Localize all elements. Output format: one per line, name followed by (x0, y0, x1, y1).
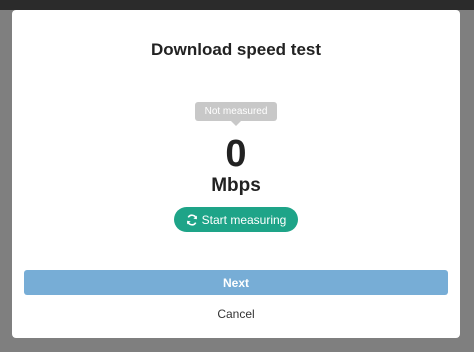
dialog-title: Download speed test (150, 40, 322, 59)
cancel-button[interactable]: Cancel (12, 307, 460, 321)
speed-unit: Mbps (211, 175, 261, 196)
cancel-label: Cancel (217, 307, 255, 321)
start-measuring-button[interactable]: Start measuring (174, 207, 298, 232)
top-bar (0, 0, 474, 10)
speed-value: 0 (225, 133, 247, 175)
status-wrap: Not measured (12, 101, 460, 126)
speed-test-dialog: Download speed test Not measured 0 Mbps … (12, 10, 460, 338)
start-measuring-label: Start measuring (201, 212, 287, 227)
status-badge: Not measured (194, 102, 278, 126)
next-label: Next (222, 275, 249, 290)
refresh-icon (186, 213, 198, 226)
next-button[interactable]: Next (24, 270, 448, 295)
